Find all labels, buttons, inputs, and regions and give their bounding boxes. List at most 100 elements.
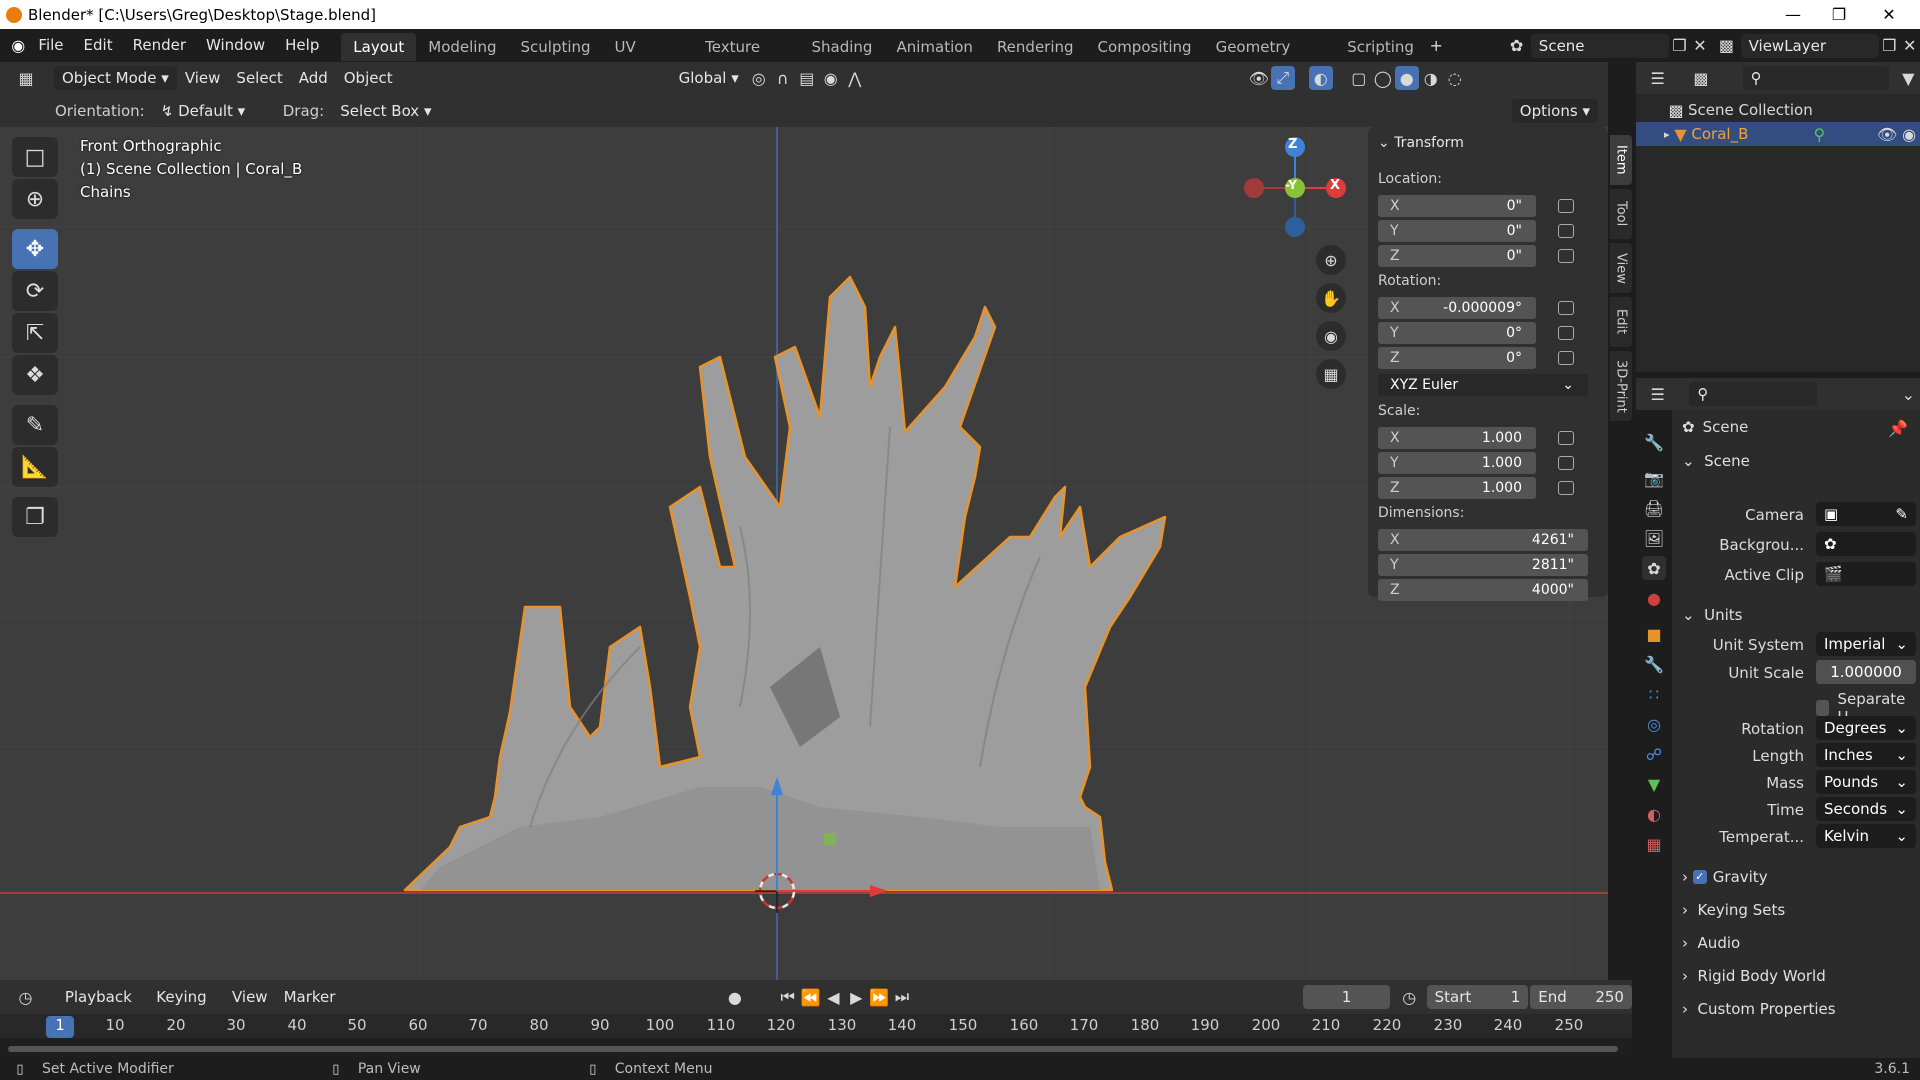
playback-menu[interactable]: Playback ▾	[57, 985, 148, 1030]
keying-menu[interactable]: Keying ▾	[148, 985, 224, 1030]
world-tab-icon[interactable]: ●	[1642, 586, 1666, 610]
tab-item[interactable]: Item	[1610, 135, 1632, 185]
jump-end-icon[interactable]: ⏭	[891, 985, 914, 1009]
new-viewlayer-icon[interactable]: ❐	[1879, 34, 1899, 58]
add-workspace-icon[interactable]: +	[1426, 34, 1446, 58]
menu-edit[interactable]: Edit	[74, 29, 123, 62]
transform-header[interactable]: ⌄ Transform	[1378, 135, 1464, 151]
lock-icon[interactable]	[1558, 456, 1574, 470]
minimize-button[interactable]: —	[1770, 0, 1816, 29]
location-x-field[interactable]: X 0"	[1378, 195, 1536, 217]
object-tab-icon[interactable]: ■	[1642, 622, 1666, 646]
outliner-scene-collection[interactable]: ▩ Scene Collection	[1664, 98, 1812, 122]
tab-edit[interactable]: Edit	[1610, 297, 1632, 347]
lock-icon[interactable]	[1558, 481, 1574, 495]
menu-file[interactable]: File	[28, 29, 73, 62]
scale-tool-icon[interactable]: ⇱	[12, 313, 58, 353]
properties-search-input[interactable]: ⚲	[1689, 382, 1817, 406]
temperature-dropdown[interactable]: Kelvin ⌄	[1816, 824, 1916, 848]
dimensions-x-field[interactable]: X 4261"	[1378, 529, 1588, 551]
overlay-toggle-icon[interactable]: ◐	[1308, 66, 1333, 90]
units-section-header[interactable]: ⌄ Units	[1682, 600, 1914, 630]
particles-tab-icon[interactable]: ∷	[1642, 682, 1666, 706]
rotation-units-dropdown[interactable]: Degrees ⌄	[1816, 716, 1916, 740]
delete-viewlayer-icon[interactable]: ✕	[1900, 34, 1920, 58]
scale-z-field[interactable]: Z 1.000	[1378, 477, 1536, 499]
prev-keyframe-icon[interactable]: ⏪	[799, 985, 822, 1009]
chevron-down-icon[interactable]: ⌄	[1897, 382, 1920, 406]
tab-geometry-nodes[interactable]: Geometry Nodes	[1204, 33, 1336, 84]
orientation-dropdown[interactable]: ↯ Default ▾	[153, 99, 269, 123]
modifier-icon[interactable]: ⚲	[1808, 122, 1830, 146]
tab-compositing[interactable]: Compositing	[1086, 33, 1204, 61]
snap-target-icon[interactable]: ▤	[795, 66, 819, 90]
proportional-edit-icon[interactable]: ◉	[819, 66, 843, 90]
pan-hand-icon[interactable]: ✋	[1316, 283, 1346, 313]
end-frame-field[interactable]: End 250	[1530, 985, 1632, 1009]
scale-x-field[interactable]: X 1.000	[1378, 427, 1536, 449]
jump-start-icon[interactable]: ⏮	[776, 985, 799, 1009]
lock-icon[interactable]	[1558, 431, 1574, 445]
rigid-body-world-section-header[interactable]: › Rigid Body World	[1682, 961, 1914, 991]
viewlayer-field[interactable]: ViewLayer	[1740, 33, 1880, 58]
lock-icon[interactable]	[1558, 301, 1574, 315]
xray-icon[interactable]: ▢	[1347, 66, 1371, 90]
custom-properties-section-header[interactable]: › Custom Properties	[1682, 994, 1914, 1024]
view-menu[interactable]: View	[177, 66, 229, 90]
menu-help[interactable]: Help	[275, 29, 329, 62]
tab-tool[interactable]: Tool	[1610, 189, 1632, 239]
dimensions-z-field[interactable]: Z 4000"	[1378, 579, 1588, 601]
move-gizmo-plane[interactable]	[824, 833, 836, 845]
time-dropdown[interactable]: Seconds ⌄	[1816, 797, 1916, 821]
tab-uv-editing[interactable]: UV Editing	[603, 33, 694, 84]
annotate-tool-icon[interactable]: ✎	[12, 405, 58, 445]
rotation-mode-dropdown[interactable]: XYZ Euler ⌄	[1378, 374, 1588, 396]
display-mode-icon[interactable]: ▩	[1689, 66, 1712, 90]
zoom-icon[interactable]: ⊕	[1316, 245, 1346, 275]
data-tab-icon[interactable]: ▼	[1642, 772, 1666, 796]
tab-layout[interactable]: Layout	[341, 33, 417, 61]
transform-orientation-dropdown[interactable]: Global ▾	[671, 66, 747, 90]
delete-scene-icon[interactable]: ✕	[1690, 34, 1710, 58]
solid-shading-icon[interactable]: ●	[1394, 66, 1419, 90]
audio-section-header[interactable]: › Audio	[1682, 928, 1914, 958]
gravity-section-header[interactable]: › ✓ Gravity	[1682, 862, 1914, 892]
outliner-item-coral-b[interactable]: ▸ ▼ Coral_B ⚲ 👁 ◉	[1636, 122, 1920, 146]
rotate-tool-icon[interactable]: ⟳	[12, 271, 58, 311]
gizmo-toggle-icon[interactable]: ⤢	[1270, 66, 1295, 90]
tool-tab-icon[interactable]: 🔧	[1642, 430, 1666, 454]
pivot-icon[interactable]: ◎	[747, 66, 771, 90]
select-menu[interactable]: Select	[228, 66, 290, 90]
wireframe-shading-icon[interactable]: ◯	[1371, 66, 1395, 90]
tab-3d-print[interactable]: 3D-Print	[1610, 351, 1632, 421]
material-tab-icon[interactable]: ◐	[1642, 802, 1666, 826]
scene-field[interactable]: Scene	[1530, 33, 1670, 58]
filter-icon[interactable]: ▼	[1897, 66, 1920, 90]
unit-system-dropdown[interactable]: Imperial ⌄	[1816, 632, 1916, 656]
timeline-editor-icon[interactable]: ◷	[14, 985, 37, 1009]
scale-y-field[interactable]: Y 1.000	[1378, 452, 1536, 474]
tab-sculpting[interactable]: Sculpting	[509, 33, 603, 61]
next-keyframe-icon[interactable]: ⏩	[868, 985, 891, 1009]
preview-range-icon[interactable]: ◷	[1398, 985, 1421, 1009]
rotation-y-field[interactable]: Y 0°	[1378, 322, 1536, 344]
viewlayer-icon[interactable]: ▩	[1716, 34, 1736, 58]
lock-icon[interactable]	[1558, 249, 1574, 263]
scene-tab-icon[interactable]: ✿	[1642, 556, 1666, 580]
play-icon[interactable]: ▶	[845, 985, 868, 1009]
tab-rendering[interactable]: Rendering	[985, 33, 1086, 61]
3d-viewport[interactable]: Z -Y X ⊕ ✋ ◉ ▦ Front Orthographic (1) Sc…	[0, 127, 1608, 980]
current-frame-field[interactable]: 1	[1303, 985, 1390, 1009]
rotation-z-field[interactable]: Z 0°	[1378, 347, 1536, 369]
options-dropdown[interactable]: Options ▾	[1511, 98, 1598, 123]
maximize-button[interactable]: ❐	[1816, 0, 1862, 29]
tab-scripting[interactable]: Scripting	[1335, 33, 1426, 61]
mode-dropdown[interactable]: Object Mode ▾	[54, 66, 177, 90]
eyedropper-icon[interactable]: ✎	[1895, 505, 1908, 523]
blender-menu-icon[interactable]: ◉	[8, 34, 28, 58]
outliner-search-input[interactable]: ⚲	[1742, 66, 1889, 90]
modifier-tab-icon[interactable]: 🔧	[1642, 652, 1666, 676]
tab-view[interactable]: View	[1610, 243, 1632, 293]
timeline-view-menu[interactable]: View	[224, 985, 276, 1009]
tab-texture-paint[interactable]: Texture Paint	[693, 33, 799, 84]
